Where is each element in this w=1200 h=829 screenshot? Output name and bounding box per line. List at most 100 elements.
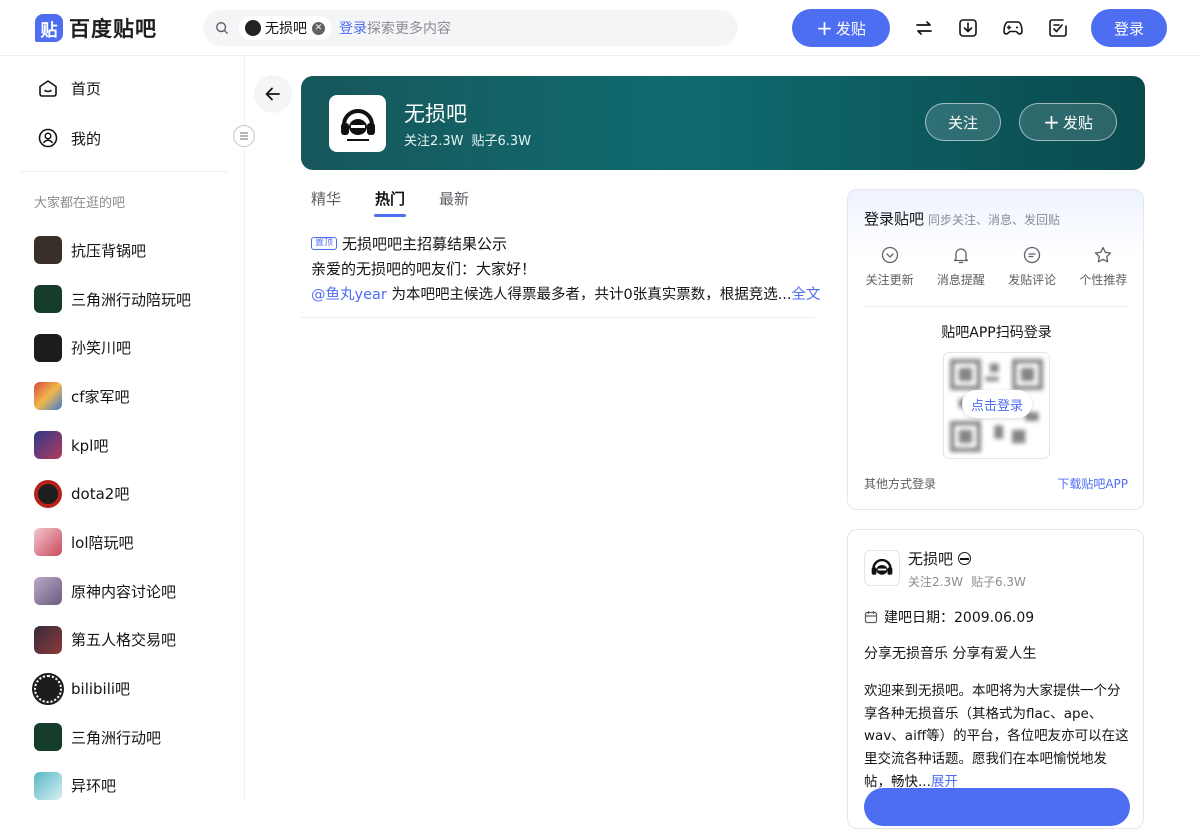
forum-avatar <box>34 333 62 362</box>
forum-name: 无损吧 <box>404 102 467 126</box>
forum-post-label: 发贴 <box>1062 113 1093 132</box>
login-features: 关注更新 消息提醒 发贴评论 个性推荐 <box>848 245 1145 288</box>
forum-avatar <box>34 285 62 314</box>
sidebar-collapse-button[interactable] <box>233 125 255 147</box>
feature-comment: 发贴评论 <box>997 245 1067 288</box>
forum-avatar <box>34 236 62 265</box>
tieba-logo-icon: 贴 <box>35 14 63 42</box>
user-icon <box>38 128 58 148</box>
forum-avatar <box>34 528 62 557</box>
sidebar-item-label: 我的 <box>71 129 102 148</box>
plus-icon: + <box>1043 110 1060 134</box>
search-icon <box>216 22 228 34</box>
sidebar-forum-item[interactable]: 第五人格交易吧 <box>34 616 191 665</box>
edit-note-icon[interactable] <box>1047 17 1069 39</box>
tieba-logo[interactable]: 贴 百度贴吧 <box>35 12 157 44</box>
sidebar-forum-item[interactable]: bilibili吧 <box>32 664 191 713</box>
tab-hot[interactable]: 热门 <box>374 188 407 217</box>
download-icon[interactable] <box>957 17 979 39</box>
forum-avatar <box>34 577 62 606</box>
forum-label: 三角洲行动吧 <box>71 728 162 747</box>
download-app-link[interactable]: 下载贴吧APP <box>1057 475 1128 492</box>
forum-avatar <box>329 95 386 152</box>
forum-description-text: 欢迎来到无损吧。本吧将为大家提供一个分享各种无损音乐（其格式为flac、ape、… <box>864 683 1129 790</box>
follow-button[interactable]: 关注 <box>925 103 1001 141</box>
login-card-title: 登录贴吧 同步关注、消息、发回贴 <box>864 208 1060 229</box>
forum-label: 原神内容讨论吧 <box>71 582 177 601</box>
sidebar-item-mine[interactable]: 我的 <box>37 126 101 150</box>
user-mention-link[interactable]: @鱼丸year <box>311 287 387 303</box>
forum-list: 抗压背锅吧 三角洲行动陪玩吧 孙笑川吧 cf家军吧 kpl吧 dota2吧 lo… <box>32 226 191 811</box>
post-excerpt: @鱼丸year 为本吧吧主候选人得票最多者，共计0张真实票数，根据竞选...全文 <box>311 283 821 304</box>
followers-count: 关注2.3W <box>404 134 464 149</box>
forum-label: 抗压背锅吧 <box>71 241 147 260</box>
forum-description: 欢迎来到无损吧。本吧将为大家提供一个分享各种无损音乐（其格式为flac、ape、… <box>864 680 1132 794</box>
logo-text: 百度贴吧 <box>69 17 157 41</box>
other-login-link[interactable]: 其他方式登录 <box>864 475 936 492</box>
sidebar-forum-item[interactable]: 孙笑川吧 <box>34 323 191 372</box>
post-title[interactable]: 无损吧吧主招募结果公示 <box>342 233 507 254</box>
post-excerpt-text: 为本吧吧主候选人得票最多者，共计0张真实票数，根据竞选... <box>386 287 792 303</box>
forum-avatar <box>34 431 62 460</box>
feature-recommend: 个性推荐 <box>1068 245 1138 288</box>
plus-icon: + <box>816 16 833 40</box>
comment-icon <box>1023 246 1041 264</box>
search-input[interactable]: 登录探索更多内容 <box>339 18 451 38</box>
forum-label: kpl吧 <box>71 436 109 455</box>
menu-icon <box>240 132 248 140</box>
feed-tabs: 精华 热门 最新 <box>311 188 503 217</box>
sidebar-section-title: 大家都在逛的吧 <box>34 196 126 211</box>
forum-avatar <box>34 479 62 508</box>
sidebar-forum-item[interactable]: cf家军吧 <box>34 372 191 421</box>
forum-label: 孙笑川吧 <box>71 339 132 358</box>
arrow-left-icon <box>265 87 280 101</box>
login-card-divider <box>864 306 1129 307</box>
forum-label: cf家军吧 <box>71 387 130 406</box>
sidebar-forum-item[interactable]: 抗压背锅吧 <box>34 226 191 275</box>
sidebar-forum-item[interactable]: 三角洲行动吧 <box>34 713 191 762</box>
tab-featured[interactable]: 精华 <box>311 188 341 216</box>
header-login-button[interactable]: 登录 <box>1091 9 1167 47</box>
sidebar-item-home[interactable]: 首页 <box>37 76 101 100</box>
back-button[interactable] <box>254 75 292 113</box>
search-bar[interactable]: 无损吧 ✕ 登录探索更多内容 <box>203 10 738 46</box>
sidebar-item-label: 首页 <box>71 79 102 98</box>
posts-count: 贴子6.3W <box>970 575 1026 589</box>
sidebar-forum-item[interactable]: lol陪玩吧 <box>34 518 191 567</box>
forum-avatar <box>34 771 62 800</box>
headphone-logo-icon <box>340 108 375 141</box>
forum-post-button[interactable]: + 发贴 <box>1019 103 1117 141</box>
gamepad-icon[interactable] <box>1002 17 1024 39</box>
login-card: 登录贴吧 同步关注、消息、发回贴 关注更新 消息提醒 发贴评论 个性推荐 贴吧A… <box>847 189 1144 510</box>
forum-stats: 关注2.3W 贴子6.3W <box>404 130 539 149</box>
login-card-heading: 登录贴吧 <box>864 210 925 228</box>
switch-icon[interactable] <box>913 17 935 39</box>
sidebar-forum-item[interactable]: 异环吧 <box>34 762 191 811</box>
followers-count: 关注2.3W <box>908 575 963 589</box>
close-icon[interactable]: ✕ <box>312 21 325 35</box>
created-date-text: 建吧日期：2009.06.09 <box>884 610 1035 626</box>
header-post-button[interactable]: + 发贴 <box>792 9 890 47</box>
info-forum-stats: 关注2.3W 贴子6.3W <box>908 573 1034 590</box>
calendar-icon <box>864 611 878 624</box>
search-forum-chip[interactable]: 无损吧 ✕ <box>239 16 331 40</box>
sidebar-forum-item[interactable]: kpl吧 <box>34 421 191 470</box>
forum-label: 三角洲行动陪玩吧 <box>71 290 192 309</box>
bell-icon <box>953 248 969 264</box>
forum-label: dota2吧 <box>71 485 130 504</box>
qr-login-button[interactable]: 点击登录 <box>962 390 1032 418</box>
info-card-action-button[interactable] <box>864 788 1130 826</box>
forum-slogan: 分享无损音乐 分享有爱人生 <box>864 646 1037 662</box>
read-more-link[interactable]: 全文 <box>792 287 821 303</box>
pinned-post[interactable]: 置顶 无损吧吧主招募结果公示 亲爱的无损吧的吧友们：大家好！ @鱼丸year 为… <box>301 228 821 318</box>
post-title-row: 置顶 无损吧吧主招募结果公示 <box>311 233 507 254</box>
sidebar-forum-item[interactable]: 原神内容讨论吧 <box>34 567 191 616</box>
feature-label: 消息提醒 <box>936 273 985 287</box>
forum-avatar <box>34 625 62 654</box>
forum-info-card: 无损吧 关注2.3W 贴子6.3W 建吧日期：2009.06.09 分享无损音乐 … <box>847 529 1144 829</box>
sidebar-forum-item[interactable]: dota2吧 <box>34 469 191 518</box>
sidebar-forum-item[interactable]: 三角洲行动陪玩吧 <box>34 275 191 324</box>
tab-latest[interactable]: 最新 <box>439 188 469 216</box>
search-login-link[interactable]: 登录 <box>339 21 367 37</box>
star-icon <box>1095 246 1112 263</box>
